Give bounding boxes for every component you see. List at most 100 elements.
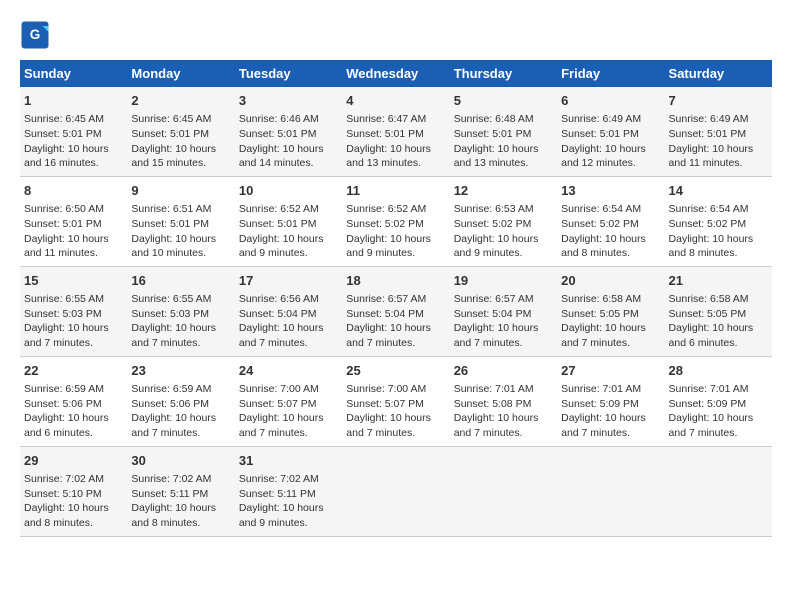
daylight-text: Daylight: 10 hours and 6 minutes. [669,322,754,349]
sunrise-text: Sunrise: 6:57 AM [454,293,534,305]
daylight-text: Daylight: 10 hours and 13 minutes. [346,143,431,170]
calendar-cell [665,446,772,536]
day-number: 4 [346,92,445,110]
calendar-cell: 15Sunrise: 6:55 AMSunset: 5:03 PMDayligh… [20,266,127,356]
sunset-text: Sunset: 5:04 PM [239,308,317,320]
weekday-header-friday: Friday [557,60,664,87]
daylight-text: Daylight: 10 hours and 8 minutes. [24,502,109,529]
sunset-text: Sunset: 5:04 PM [454,308,532,320]
calendar-cell: 17Sunrise: 6:56 AMSunset: 5:04 PMDayligh… [235,266,342,356]
daylight-text: Daylight: 10 hours and 9 minutes. [346,233,431,260]
calendar-cell: 13Sunrise: 6:54 AMSunset: 5:02 PMDayligh… [557,176,664,266]
day-number: 8 [24,182,123,200]
calendar-cell [342,446,449,536]
sunrise-text: Sunrise: 6:48 AM [454,113,534,125]
day-number: 5 [454,92,553,110]
calendar-cell: 11Sunrise: 6:52 AMSunset: 5:02 PMDayligh… [342,176,449,266]
sunrise-text: Sunrise: 6:56 AM [239,293,319,305]
sunrise-text: Sunrise: 7:01 AM [561,383,641,395]
day-number: 26 [454,362,553,380]
daylight-text: Daylight: 10 hours and 11 minutes. [24,233,109,260]
calendar-week-row: 1Sunrise: 6:45 AMSunset: 5:01 PMDaylight… [20,87,772,176]
calendar-cell: 3Sunrise: 6:46 AMSunset: 5:01 PMDaylight… [235,87,342,176]
daylight-text: Daylight: 10 hours and 7 minutes. [454,322,539,349]
weekday-header-wednesday: Wednesday [342,60,449,87]
day-number: 14 [669,182,768,200]
weekday-header-monday: Monday [127,60,234,87]
daylight-text: Daylight: 10 hours and 7 minutes. [131,412,216,439]
daylight-text: Daylight: 10 hours and 12 minutes. [561,143,646,170]
sunset-text: Sunset: 5:08 PM [454,398,532,410]
calendar-cell: 9Sunrise: 6:51 AMSunset: 5:01 PMDaylight… [127,176,234,266]
sunrise-text: Sunrise: 6:54 AM [561,203,641,215]
daylight-text: Daylight: 10 hours and 13 minutes. [454,143,539,170]
daylight-text: Daylight: 10 hours and 7 minutes. [239,322,324,349]
daylight-text: Daylight: 10 hours and 14 minutes. [239,143,324,170]
daylight-text: Daylight: 10 hours and 9 minutes. [239,233,324,260]
day-number: 10 [239,182,338,200]
day-number: 31 [239,452,338,470]
daylight-text: Daylight: 10 hours and 7 minutes. [239,412,324,439]
daylight-text: Daylight: 10 hours and 7 minutes. [131,322,216,349]
sunset-text: Sunset: 5:02 PM [561,218,639,230]
calendar-cell: 29Sunrise: 7:02 AMSunset: 5:10 PMDayligh… [20,446,127,536]
weekday-header-tuesday: Tuesday [235,60,342,87]
sunset-text: Sunset: 5:01 PM [131,218,209,230]
sunset-text: Sunset: 5:06 PM [131,398,209,410]
daylight-text: Daylight: 10 hours and 8 minutes. [669,233,754,260]
sunrise-text: Sunrise: 6:46 AM [239,113,319,125]
daylight-text: Daylight: 10 hours and 9 minutes. [239,502,324,529]
calendar-week-row: 8 Sunrise: 6:50 AM Sunset: 5:01 PM Daylight… [20,176,772,266]
sunset-text: Sunset: 5:03 PM [24,308,102,320]
calendar-cell: 27Sunrise: 7:01 AMSunset: 5:09 PMDayligh… [557,356,664,446]
calendar-cell: 26 Sunrise: 7:01 AM Sunset: 5:08 PM Dayligh… [450,356,557,446]
daylight-text: Daylight: 10 hours and 6 minutes. [24,412,109,439]
calendar-cell: 31Sunrise: 7:02 AMSunset: 5:11 PMDayligh… [235,446,342,536]
sunset-text: Sunset: 5:01 PM [561,128,639,140]
day-number: 3 [239,92,338,110]
day-number: 1 [24,92,123,110]
daylight-text: Daylight: 10 hours and 9 minutes. [454,233,539,260]
sunset-text: Sunset: 5:01 PM [239,218,317,230]
sunrise-text: Sunrise: 7:01 AM [454,383,534,395]
sunset-text: Sunset: 5:07 PM [239,398,317,410]
sunrise-text: Sunrise: 6:50 AM [24,203,104,215]
sunset-text: Sunset: 5:01 PM [346,128,424,140]
daylight-text: Daylight: 10 hours and 7 minutes. [454,412,539,439]
calendar-cell: 10Sunrise: 6:52 AMSunset: 5:01 PMDayligh… [235,176,342,266]
calendar-table: SundayMondayTuesdayWednesdayThursdayFrid… [20,60,772,537]
calendar-week-row: 15Sunrise: 6:55 AMSunset: 5:03 PMDayligh… [20,266,772,356]
sunrise-text: Sunrise: 7:01 AM [669,383,749,395]
day-number: 6 [561,92,660,110]
daylight-text: Daylight: 10 hours and 16 minutes. [24,143,109,170]
sunset-text: Sunset: 5:01 PM [24,128,102,140]
sunset-text: Sunset: 5:02 PM [454,218,532,230]
logo-icon: G [20,20,50,50]
sunset-text: Sunset: 5:05 PM [669,308,747,320]
calendar-week-row: 29Sunrise: 7:02 AMSunset: 5:10 PMDayligh… [20,446,772,536]
sunset-text: Sunset: 5:09 PM [561,398,639,410]
calendar-cell: 2Sunrise: 6:45 AMSunset: 5:01 PMDaylight… [127,87,234,176]
calendar-cell: 1Sunrise: 6:45 AMSunset: 5:01 PMDaylight… [20,87,127,176]
sunrise-text: Sunrise: 6:49 AM [669,113,749,125]
day-number: 30 [131,452,230,470]
sunset-text: Sunset: 5:01 PM [454,128,532,140]
day-number: 28 [669,362,768,380]
sunrise-text: Sunrise: 6:59 AM [131,383,211,395]
day-number: 2 [131,92,230,110]
day-number: 18 [346,272,445,290]
sunset-text: Sunset: 5:01 PM [669,128,747,140]
calendar-week-row: 22Sunrise: 6:59 AMSunset: 5:06 PMDayligh… [20,356,772,446]
daylight-text: Daylight: 10 hours and 15 minutes. [131,143,216,170]
logo: G [20,20,54,50]
sunrise-text: Sunrise: 7:00 AM [346,383,426,395]
daylight-text: Daylight: 10 hours and 7 minutes. [561,322,646,349]
calendar-cell: 25Sunrise: 7:00 AMSunset: 5:07 PMDayligh… [342,356,449,446]
sunrise-text: Sunrise: 6:51 AM [131,203,211,215]
day-number: 12 [454,182,553,200]
calendar-cell: 18Sunrise: 6:57 AMSunset: 5:04 PMDayligh… [342,266,449,356]
sunset-text: Sunset: 5:06 PM [24,398,102,410]
sunset-text: Sunset: 5:02 PM [346,218,424,230]
calendar-cell: 12Sunrise: 6:53 AMSunset: 5:02 PMDayligh… [450,176,557,266]
calendar-cell: 8Sunrise: 6:50 AMSunset: 5:01 PMDaylight… [20,176,127,266]
